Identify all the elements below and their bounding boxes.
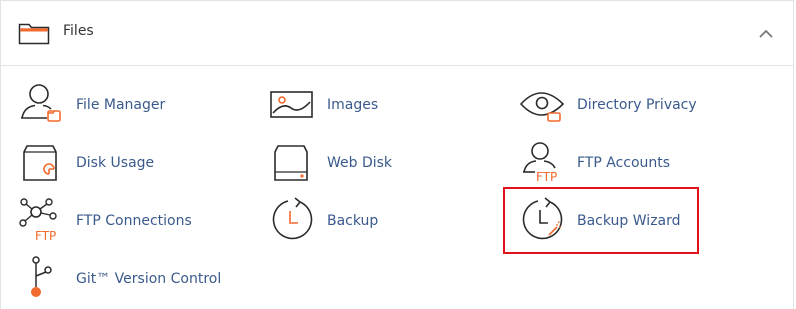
ftp-badge: FTP <box>35 229 56 243</box>
item-label[interactable]: Disk Usage <box>76 155 154 171</box>
item-directory-privacy[interactable]: Directory Privacy <box>519 80 739 130</box>
chevron-up-icon[interactable] <box>755 25 777 43</box>
item-label[interactable]: Backup <box>327 213 378 229</box>
item-label[interactable]: FTP Accounts <box>577 155 670 171</box>
file-manager-icon <box>21 84 61 122</box>
web-disk-icon <box>274 145 308 181</box>
item-file-manager[interactable]: File Manager <box>18 80 218 130</box>
item-label[interactable]: Images <box>327 97 378 113</box>
images-icon <box>270 91 313 118</box>
item-ftp-accounts[interactable]: FTP FTP Accounts <box>519 138 739 188</box>
disk-usage-icon <box>23 145 57 181</box>
panel-header[interactable]: Files <box>1 1 793 66</box>
item-images[interactable]: Images <box>269 80 469 130</box>
section-title: Files <box>63 23 94 39</box>
item-label[interactable]: File Manager <box>76 97 165 113</box>
files-panel: Files File Manager Images Directory Priv <box>0 0 794 309</box>
item-label[interactable]: Web Disk <box>327 155 392 171</box>
item-label[interactable]: Directory Privacy <box>577 97 697 113</box>
item-label[interactable]: FTP Connections <box>76 213 192 229</box>
item-backup[interactable]: Backup <box>269 196 469 246</box>
item-git-version-control[interactable]: Git™ Version Control <box>18 254 238 304</box>
git-icon <box>31 256 52 297</box>
backup-icon <box>272 197 313 240</box>
item-disk-usage[interactable]: Disk Usage <box>18 138 218 188</box>
item-web-disk[interactable]: Web Disk <box>269 138 469 188</box>
directory-privacy-icon <box>519 92 565 122</box>
ftp-accounts-icon: FTP <box>523 142 557 184</box>
highlight-box <box>503 187 699 254</box>
ftp-badge: FTP <box>536 170 557 184</box>
ftp-connections-icon: FTP <box>19 198 57 243</box>
item-ftp-connections[interactable]: FTP FTP Connections <box>18 196 218 246</box>
item-label[interactable]: Git™ Version Control <box>76 271 221 287</box>
folder-icon <box>18 23 50 45</box>
